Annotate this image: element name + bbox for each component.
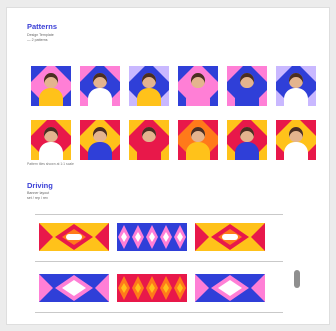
person-head [44, 73, 58, 88]
person-body [137, 142, 161, 160]
person-body [137, 88, 161, 106]
pattern-banner[interactable] [195, 274, 265, 302]
person-body [284, 88, 308, 106]
person-head [142, 73, 156, 88]
person-body [186, 142, 210, 160]
pattern-banner[interactable] [117, 223, 187, 251]
person-head [142, 127, 156, 142]
patterns-meta-line-2: — 2 patterns [27, 38, 48, 42]
person-head [93, 127, 107, 142]
dimension-guide-top [35, 214, 283, 215]
pattern-tile[interactable] [227, 66, 267, 106]
person-body [284, 142, 308, 160]
pattern-tile[interactable] [178, 120, 218, 160]
pattern-tile-grid [31, 66, 317, 166]
pattern-tile[interactable] [129, 120, 169, 160]
person-body [88, 142, 112, 160]
person-body [39, 88, 63, 106]
banner-logo-plate [66, 234, 82, 240]
person-body [235, 142, 259, 160]
person-head [93, 73, 107, 88]
banner-logo-plate [66, 285, 82, 291]
person-head [240, 73, 254, 88]
pattern-tile[interactable] [31, 66, 71, 106]
scrollbar-thumb[interactable] [294, 270, 300, 288]
pattern-tile[interactable] [178, 66, 218, 106]
person-body [88, 88, 112, 106]
dimension-guide-middle [35, 261, 283, 262]
person-head [191, 127, 205, 142]
pattern-tile[interactable] [227, 120, 267, 160]
banner-logo-plate [222, 285, 238, 291]
pattern-tile[interactable] [80, 120, 120, 160]
person-head [191, 73, 205, 88]
pattern-banner[interactable] [117, 274, 187, 302]
pattern-tile[interactable] [129, 66, 169, 106]
person-head [289, 73, 303, 88]
pattern-tile[interactable] [276, 66, 316, 106]
dimension-guide-bottom [35, 312, 283, 313]
person-body [39, 142, 63, 160]
pattern-tile[interactable] [80, 66, 120, 106]
pattern-tile[interactable] [31, 120, 71, 160]
person-body [186, 88, 210, 106]
banner-logo-plate [222, 234, 238, 240]
patterns-title: Patterns [27, 22, 58, 31]
driving-meta-line-2: set / rep / rev [27, 196, 48, 200]
artboard: Patterns Design Template — 2 patterns Pa… [6, 7, 330, 325]
pattern-banner[interactable] [195, 223, 265, 251]
person-head [44, 127, 58, 142]
person-head [240, 127, 254, 142]
pattern-tile[interactable] [276, 120, 316, 160]
person-body [235, 88, 259, 106]
person-head [289, 127, 303, 142]
pattern-banner[interactable] [39, 223, 109, 251]
patterns-caption: Pattern tiles shown at 1:1 scale [27, 162, 74, 166]
pattern-banner[interactable] [39, 274, 109, 302]
driving-title: Driving [27, 181, 53, 190]
